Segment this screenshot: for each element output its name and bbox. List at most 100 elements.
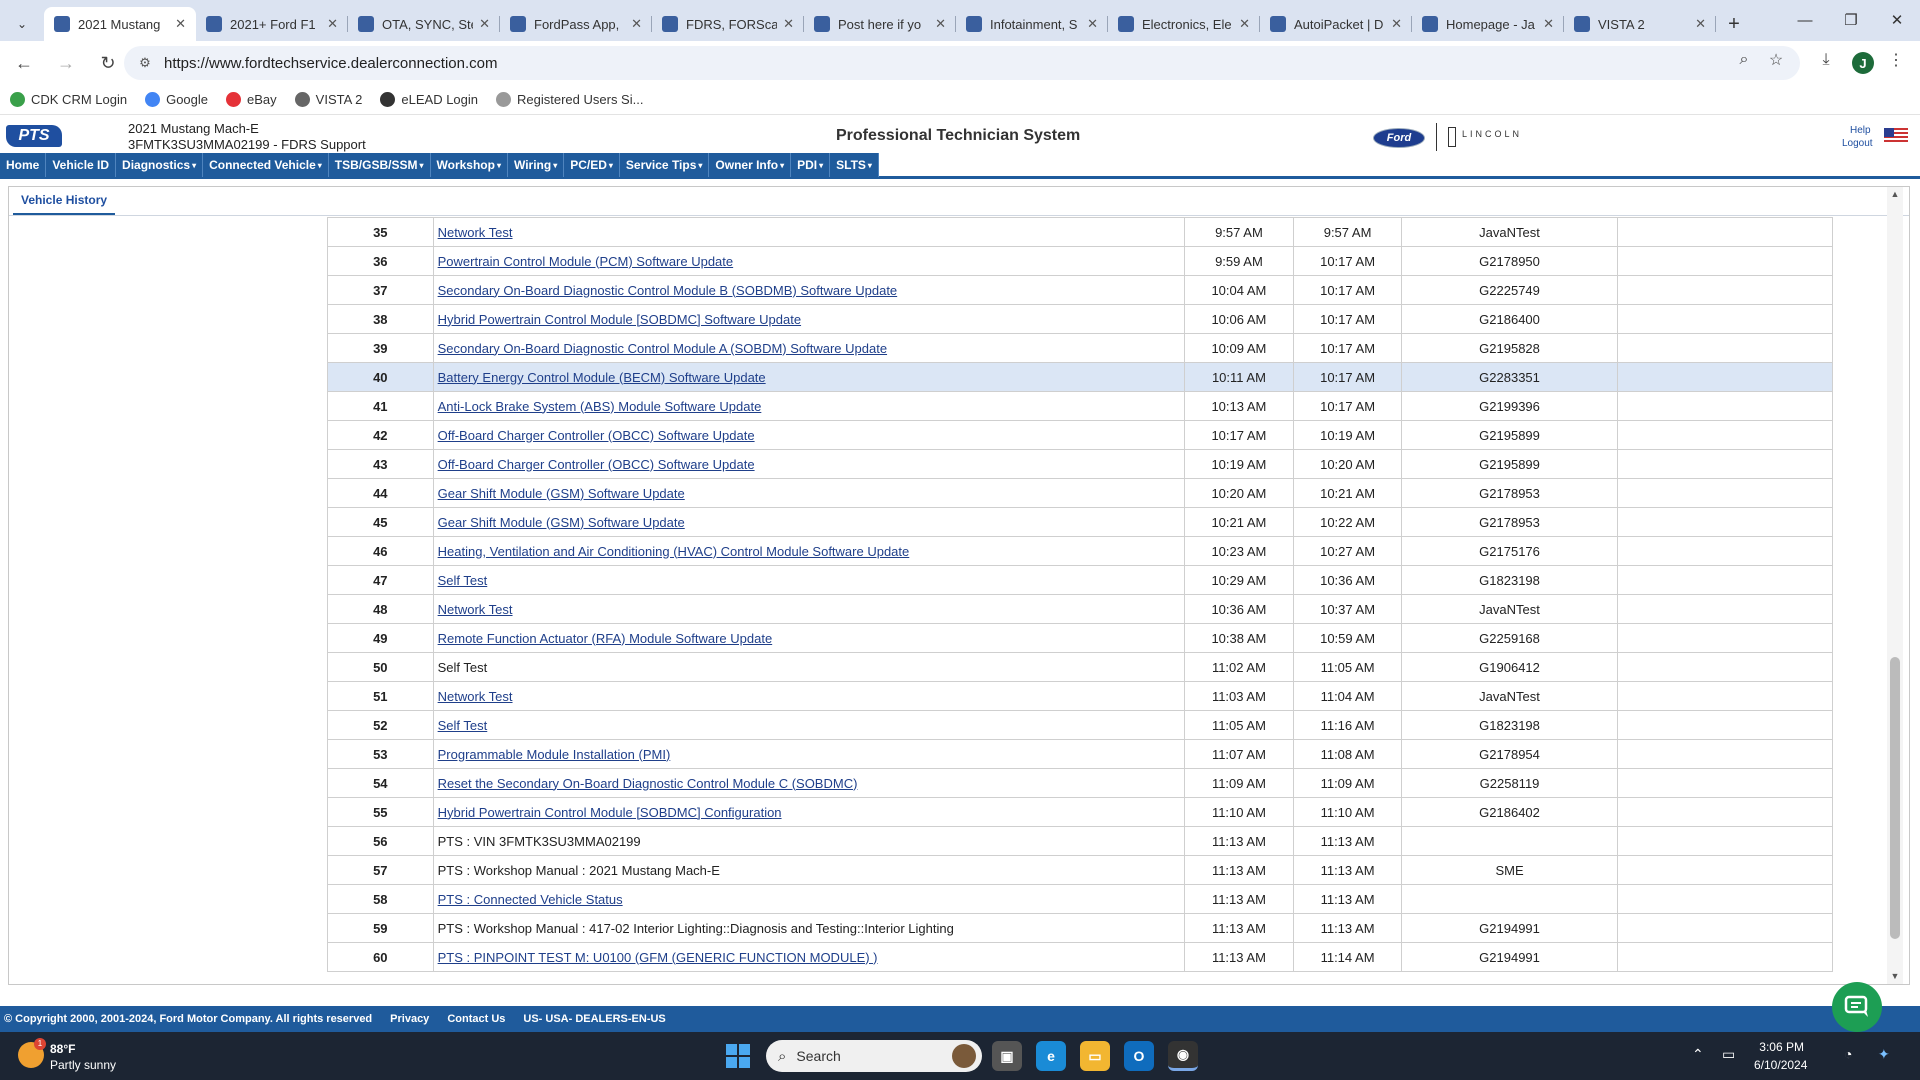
history-link[interactable]: PTS : Connected Vehicle Status [438,892,623,907]
browser-tab[interactable]: 2021 Mustang ✕ [44,7,196,41]
nav-item[interactable]: Home [0,153,47,177]
browser-tab[interactable]: OTA, SYNC, Ste ✕ [348,7,500,41]
nav-item[interactable]: Workshop ▾ [431,153,508,177]
menu-icon[interactable]: ⋮ [1882,46,1910,74]
pts-logo[interactable]: PTS [6,125,62,147]
contact-link[interactable]: Contact Us [447,1013,505,1025]
history-link[interactable]: Gear Shift Module (GSM) Software Update [438,486,685,501]
bookmark-item[interactable]: VISTA 2 [294,92,362,107]
tab-close-icon[interactable]: ✕ [1239,16,1250,32]
nav-item[interactable]: Owner Info ▾ [709,153,792,177]
chrome-icon[interactable]: ◉ [1168,1041,1198,1071]
tab-vehicle-history[interactable]: Vehicle History [13,193,116,215]
history-link[interactable]: Secondary On-Board Diagnostic Control Mo… [438,341,887,356]
nav-item[interactable]: SLTS ▾ [830,153,879,177]
taskbar-search[interactable]: ⌕ Search [766,1040,982,1072]
tab-close-icon[interactable]: ✕ [1391,16,1402,32]
nav-item[interactable]: Vehicle ID [46,153,117,177]
address-bar[interactable]: ⚙ https://www.fordtechservice.dealerconn… [124,46,1800,80]
us-flag-icon[interactable] [1884,128,1908,144]
history-link[interactable]: Programmable Module Installation (PMI) [438,747,671,762]
privacy-link[interactable]: Privacy [390,1013,429,1025]
scroll-down-arrow-icon[interactable]: ▼ [1887,971,1903,983]
history-link[interactable]: Network Test [438,602,513,617]
browser-tab[interactable]: Post here if yo ✕ [804,7,956,41]
browser-tab[interactable]: 2021+ Ford F1 ✕ [196,7,348,41]
bookmark-item[interactable]: eBay [226,92,277,107]
bookmark-item[interactable]: Google [145,92,208,107]
tab-close-icon[interactable]: ✕ [327,16,338,32]
clock-date[interactable]: 6/10/2024 [1754,1058,1807,1072]
tab-close-icon[interactable]: ✕ [935,16,946,32]
chat-button[interactable] [1832,982,1882,1032]
avatar[interactable]: J [1852,52,1874,74]
history-link[interactable]: Hybrid Powertrain Control Module [SOBDMC… [438,805,782,820]
restore-button[interactable]: ❐ [1828,0,1874,40]
nav-item[interactable]: Connected Vehicle ▾ [203,153,329,177]
clock-time[interactable]: 3:06 PM [1754,1040,1804,1054]
bookmark-item[interactable]: CDK CRM Login [10,92,127,107]
browser-tab[interactable]: FDRS, FORScar ✕ [652,7,804,41]
tab-close-icon[interactable]: ✕ [631,16,642,32]
history-link[interactable]: Gear Shift Module (GSM) Software Update [438,515,685,530]
close-window-button[interactable]: ✕ [1874,0,1920,40]
tab-close-icon[interactable]: ✕ [1695,16,1706,32]
profile-avatar[interactable]: J [1849,49,1877,77]
history-link[interactable]: Self Test [438,573,488,588]
start-button[interactable] [726,1044,750,1068]
help-link[interactable]: Help [1850,125,1871,136]
history-link[interactable]: Secondary On-Board Diagnostic Control Mo… [438,283,898,298]
task-view-icon[interactable]: ▣ [992,1041,1022,1071]
history-link[interactable]: Network Test [438,225,513,240]
tab-close-icon[interactable]: ✕ [479,16,490,32]
bookmark-star-icon[interactable]: ☆ [1762,46,1790,74]
history-link[interactable]: Anti-Lock Brake System (ABS) Module Soft… [438,399,762,414]
tab-search-button[interactable]: ⌄ [4,7,40,41]
weather-condition[interactable]: Partly sunny [50,1058,116,1072]
nav-item[interactable]: PC/ED ▾ [564,153,620,177]
history-link[interactable]: Network Test [438,689,513,704]
nav-item[interactable]: Diagnostics ▾ [116,153,204,177]
zoom-icon[interactable]: ⌕ [1730,46,1758,74]
history-link[interactable]: Off-Board Charger Controller (OBCC) Soft… [438,428,755,443]
browser-tab[interactable]: Infotainment, S ✕ [956,7,1108,41]
browser-tab[interactable]: FordPass App, ✕ [500,7,652,41]
history-link[interactable]: Hybrid Powertrain Control Module [SOBDMC… [438,312,801,327]
nav-item[interactable]: PDI ▾ [791,153,831,177]
history-link[interactable]: Powertrain Control Module (PCM) Software… [438,254,734,269]
bookmark-item[interactable]: eLEAD Login [380,92,478,107]
tab-close-icon[interactable]: ✕ [1087,16,1098,32]
file-explorer-icon[interactable]: ▭ [1080,1041,1110,1071]
history-link[interactable]: Self Test [438,718,488,733]
tab-close-icon[interactable]: ✕ [1543,16,1554,32]
forward-button[interactable]: → [48,45,84,81]
weather-temp[interactable]: 88°F [50,1042,75,1056]
notification-bell-icon[interactable]: ◔ [1844,1046,1852,1062]
nav-item[interactable]: TSB/GSB/SSM ▾ [329,153,431,177]
history-link[interactable]: Remote Function Actuator (RFA) Module So… [438,631,773,646]
bookmark-item[interactable]: Registered Users Si... [496,92,643,107]
history-link[interactable]: Heating, Ventilation and Air Conditionin… [438,544,910,559]
site-info-icon[interactable]: ⚙ [130,55,160,71]
browser-tab[interactable]: Homepage - Ja ✕ [1412,7,1564,41]
minimize-button[interactable]: — [1782,0,1828,40]
logout-link[interactable]: Logout [1842,138,1873,149]
tray-overflow-icon[interactable]: ⌃ [1692,1046,1704,1063]
scroll-thumb[interactable] [1890,657,1900,939]
outlook-icon[interactable]: O [1124,1041,1154,1071]
browser-tab[interactable]: Electronics, Ele ✕ [1108,7,1260,41]
url-text[interactable]: https://www.fordtechservice.dealerconnec… [164,55,498,72]
scroll-up-arrow-icon[interactable]: ▲ [1887,189,1903,201]
copilot-icon[interactable]: ✦ [1878,1046,1890,1063]
edge-icon[interactable]: e [1036,1041,1066,1071]
history-link[interactable]: PTS : PINPOINT TEST M: U0100 (GFM (GENER… [438,950,878,965]
network-icon[interactable]: ▭ [1722,1046,1735,1063]
back-button[interactable]: ← [6,45,42,81]
scrollbar[interactable]: ▲ ▼ [1887,187,1903,984]
history-link[interactable]: Battery Energy Control Module (BECM) Sof… [438,370,766,385]
tab-close-icon[interactable]: ✕ [175,16,186,32]
browser-tab[interactable]: AutoiPacket | D ✕ [1260,7,1412,41]
history-link[interactable]: Reset the Secondary On-Board Diagnostic … [438,776,858,791]
reload-button[interactable]: ↻ [90,45,126,81]
download-icon[interactable]: ⤓ [1812,46,1840,74]
